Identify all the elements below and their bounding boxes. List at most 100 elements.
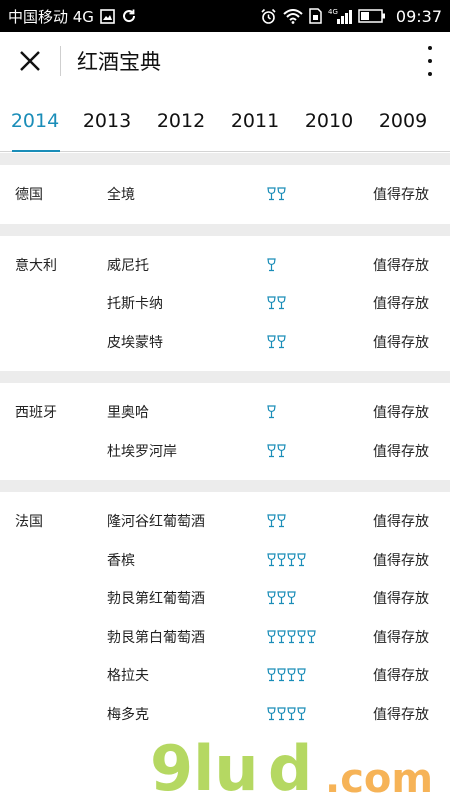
list-item[interactable]: 皮埃蒙特 值得存放 [0,323,450,362]
rating-glasses [267,258,367,272]
signal-icon: 4G [328,8,352,24]
svg-text:.com: .com [325,756,433,800]
status-left: 中国移动 4G [8,6,137,27]
storage-status: 值得存放 [373,668,429,685]
storage-status: 值得存放 [373,591,429,608]
list-item[interactable]: 德国 全境 值得存放 [0,175,450,214]
wine-glass-icon [297,707,306,721]
rating-glasses [267,444,367,458]
more-options-button[interactable] [424,46,436,76]
wine-glass-icon [277,444,286,458]
wine-glass-icon [267,553,276,567]
region-label: 托斯卡纳 [107,296,163,313]
wine-glass-icon [307,630,316,644]
region-label: 皮埃蒙特 [107,334,163,351]
wine-glass-icon [267,707,276,721]
status-right: 4G 09:37 [260,7,442,26]
list-item[interactable]: 西班牙 里奥哈 值得存放 [0,393,450,432]
region-label: 勃艮第白葡萄酒 [107,629,205,646]
wine-glass-icon [267,444,276,458]
storage-status: 值得存放 [373,552,429,569]
group-separator [0,480,450,492]
rating-glasses [267,335,367,349]
wine-glass-icon [287,553,296,567]
region-label: 里奥哈 [107,405,149,422]
country-group: 意大利 威尼托 值得存放 托斯卡纳 值得存放 皮埃蒙特 值得存放 [0,236,450,372]
tab-2012[interactable]: 2012 [144,90,218,152]
title-divider [60,46,61,76]
storage-status: 值得存放 [373,257,429,274]
country-group: 西班牙 里奥哈 值得存放 杜埃罗河岸 值得存放 [0,383,450,480]
wine-glass-icon [277,591,286,605]
rating-glasses [267,591,367,605]
country-group: 法国 隆河谷红葡萄酒 值得存放 香槟 值得存放 勃艮第红葡萄酒 值得存放 勃艮第白葡萄酒 值得存… [0,492,450,743]
tab-2011[interactable]: 2011 [218,90,292,152]
list-item[interactable]: 勃艮第白葡萄酒 值得存放 [0,618,450,657]
tab-2014[interactable]: 2014 [0,90,70,152]
region-label: 隆河谷红葡萄酒 [107,514,205,531]
list-item[interactable]: 梅多克 值得存放 [0,695,450,734]
wine-glass-icon [297,630,306,644]
page-title: 红酒宝典 [77,50,161,74]
year-tabs: 2014 2013 2012 2011 2010 2009 [0,90,450,152]
list-item[interactable]: 格拉夫 值得存放 [0,656,450,695]
wifi-icon [283,8,303,24]
list-item[interactable]: 勃艮第红葡萄酒 值得存放 [0,579,450,618]
wine-glass-icon [267,296,276,310]
tab-2013[interactable]: 2013 [70,90,144,152]
wine-glass-icon [267,514,276,528]
region-label: 全境 [107,187,135,204]
alarm-icon [260,8,277,25]
wine-glass-icon [267,630,276,644]
tab-2010[interactable]: 2010 [292,90,366,152]
list-item[interactable]: 杜埃罗河岸 值得存放 [0,432,450,471]
svg-text:4G: 4G [328,8,338,16]
country-label: 意大利 [15,257,57,274]
wine-glass-icon [277,335,286,349]
rating-glasses [267,514,367,528]
rating-glasses [267,707,367,721]
wine-glass-icon [277,707,286,721]
region-label: 香槟 [107,552,135,569]
region-label: 梅多克 [107,706,149,723]
region-label: 格拉夫 [107,668,149,685]
storage-status: 值得存放 [373,443,429,460]
battery-icon [358,9,386,23]
group-separator [0,371,450,383]
region-label: 威尼托 [107,257,149,274]
app-bar: 红酒宝典 [0,32,450,90]
wine-glass-icon [287,591,296,605]
wine-glass-icon [267,187,276,201]
wine-glass-icon [267,591,276,605]
clock-time: 09:37 [395,6,442,26]
list-item[interactable]: 法国 隆河谷红葡萄酒 值得存放 [0,502,450,541]
sync-icon [121,8,137,24]
storage-status: 值得存放 [373,187,429,204]
country-label: 西班牙 [15,405,57,422]
list-item[interactable]: 托斯卡纳 值得存放 [0,284,450,323]
sim-card-icon [309,8,322,24]
rating-glasses [267,630,367,644]
status-bar: 中国移动 4G 4G 09:37 [0,0,450,32]
wine-glass-icon [277,514,286,528]
country-label: 法国 [15,514,43,531]
rating-glasses [267,405,367,419]
vintage-list: 德国 全境 值得存放 意大利 威尼托 值得存放 托斯卡纳 值得存放 皮埃蒙特 值得存放 西班牙 里奥哈… [0,153,450,743]
storage-status: 值得存放 [373,706,429,723]
wine-glass-icon [287,668,296,682]
tab-2009[interactable]: 2009 [366,90,440,152]
close-button[interactable] [0,32,60,90]
country-label: 德国 [15,187,43,204]
rating-glasses [267,553,367,567]
list-item[interactable]: 香槟 值得存放 [0,541,450,580]
wine-glass-icon [277,296,286,310]
list-item[interactable]: 意大利 威尼托 值得存放 [0,246,450,285]
storage-status: 值得存放 [373,405,429,422]
wine-glass-icon [287,630,296,644]
region-label: 杜埃罗河岸 [107,443,177,460]
wine-glass-icon [277,630,286,644]
rating-glasses [267,668,367,682]
wine-glass-icon [267,405,276,419]
storage-status: 值得存放 [373,629,429,646]
more-vertical-icon [428,46,432,50]
